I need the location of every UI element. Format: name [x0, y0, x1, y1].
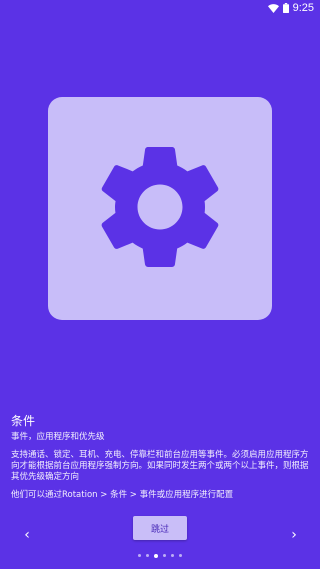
page-dot	[154, 553, 158, 558]
config-hint-text: 他们可以通过Rotation > 条件 > 事件或应用程序进行配置	[11, 490, 234, 500]
page-dot	[163, 554, 166, 557]
chevron-right-icon: ›	[291, 527, 297, 543]
page-dot	[171, 554, 174, 557]
intro-content: 条件 事件，应用程序和优先级 支持通话、锁定、耳机、充电、停靠栏和前台应用等事件…	[11, 413, 311, 501]
description-text: 支持通话、锁定、耳机、充电、停靠栏和前台应用等事件。必须启用应用程序方向才能根据…	[11, 450, 309, 482]
prev-button[interactable]: ‹	[19, 527, 35, 543]
page-dot	[179, 554, 182, 557]
page-dot	[146, 554, 149, 557]
status-time: 9:25	[292, 2, 314, 14]
skip-button[interactable]: 跳过	[133, 516, 187, 540]
page-title: 条件	[11, 414, 36, 428]
battery-icon	[282, 3, 289, 13]
status-bar: 9:25	[0, 0, 320, 16]
wifi-icon	[267, 3, 279, 13]
chevron-left-icon: ‹	[24, 527, 30, 543]
page-indicator	[138, 553, 182, 558]
gear-icon	[85, 132, 235, 286]
hero-tile	[48, 97, 272, 320]
page-dot	[138, 554, 141, 557]
next-button[interactable]: ›	[286, 527, 302, 543]
page-subtitle: 事件，应用程序和优先级	[11, 432, 105, 442]
